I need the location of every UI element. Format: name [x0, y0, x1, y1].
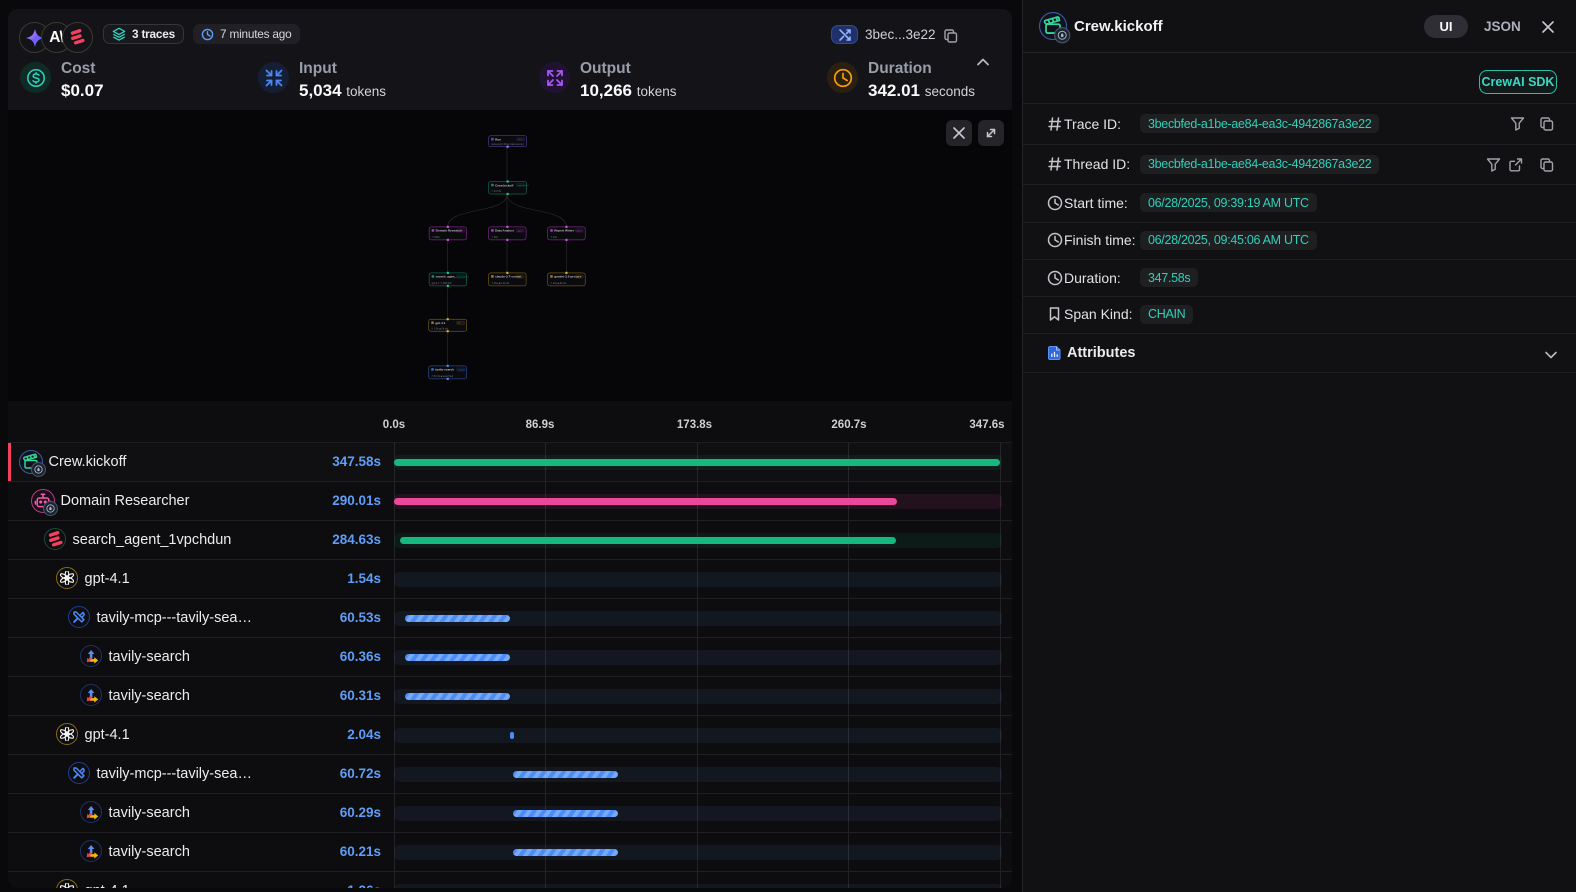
svg-text:gpt-4.1 ⏱ 284.63s: gpt-4.1 ⏱ 284.63s	[432, 282, 453, 285]
svg-text:Run: Run	[495, 138, 501, 142]
svg-text:llm: llm	[517, 276, 520, 278]
svg-text:meta.ai.v2.10ms-trace-kernel: meta.ai.v2.10ms-trace-kernel	[491, 143, 524, 146]
svg-text:Report Writer: Report Writer	[554, 229, 575, 233]
svg-text:Data Analyst: Data Analyst	[495, 229, 514, 233]
svg-text:⏱ 1.5s ■ 2k tok: ⏱ 1.5s ■ 2k tok	[431, 327, 449, 330]
svg-text:⏱ 290s: ⏱ 290s	[432, 236, 441, 239]
svg-text:search_agen...: search_agen...	[436, 275, 458, 279]
svg-text:tavily-search: tavily-search	[435, 368, 454, 372]
svg-text:⏱ 26s ■ 8.2k tok: ⏱ 26s ■ 8.2k tok	[491, 282, 510, 285]
svg-text:Crew.kickoff: Crew.kickoff	[495, 183, 514, 187]
svg-text:⏱ 24s: ⏱ 24s	[550, 236, 557, 239]
svg-text:agent: agent	[458, 229, 464, 232]
svg-text:gpt-4.1: gpt-4.1	[435, 321, 445, 325]
svg-text:⏱ 347.5s: ⏱ 347.5s	[491, 190, 502, 193]
svg-text:⏱ 60.3s ■ searched: ⏱ 60.3s ■ searched	[431, 375, 454, 378]
svg-text:task started: task started	[458, 275, 470, 278]
svg-text:task started: task started	[518, 184, 530, 187]
svg-text:retriever: retriever	[458, 368, 466, 371]
svg-text:agent: agent	[576, 229, 582, 232]
svg-text:llm: llm	[458, 323, 461, 325]
svg-text:⏱ 22s ■ 6k tok: ⏱ 22s ■ 6k tok	[550, 282, 567, 285]
svg-text:agent: agent	[517, 229, 523, 232]
svg-text:llm: llm	[576, 276, 579, 278]
svg-text:⏱ 28s: ⏱ 28s	[491, 236, 498, 239]
